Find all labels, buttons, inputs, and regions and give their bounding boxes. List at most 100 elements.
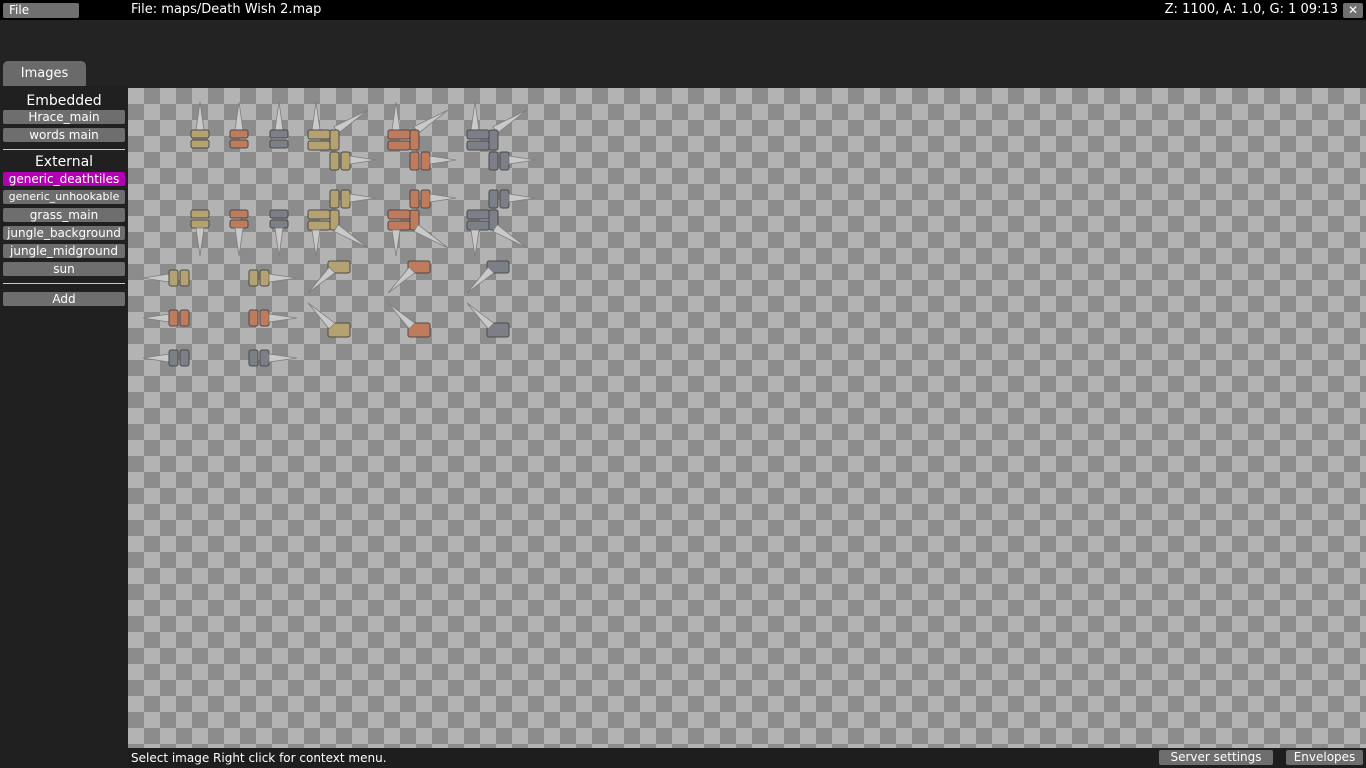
tile-block	[229, 209, 249, 219]
spike	[333, 109, 369, 134]
spike	[268, 313, 298, 323]
spike	[142, 273, 170, 283]
close-icon[interactable]: ✕	[1343, 3, 1363, 18]
spike	[349, 155, 377, 165]
tile-block	[307, 220, 331, 231]
spike	[508, 155, 536, 165]
tile-block	[499, 189, 510, 209]
file-path-label: File: maps/Death Wish 2.map	[131, 2, 322, 17]
tile-block	[420, 151, 431, 171]
tile-block	[259, 269, 270, 287]
tile-block	[269, 209, 289, 219]
tile-block	[387, 140, 411, 151]
spike	[391, 229, 401, 257]
tile-block	[269, 129, 289, 139]
spike	[142, 353, 170, 363]
server-settings-button[interactable]: Server settings	[1159, 750, 1273, 765]
spike	[142, 313, 170, 323]
spike	[234, 227, 244, 257]
tile-block	[329, 189, 340, 209]
image-item-grass-main[interactable]: grass_main	[3, 208, 125, 222]
top-bar: File File: maps/Death Wish 2.map Z: 1100…	[0, 0, 1366, 20]
spike	[429, 155, 457, 165]
image-item-sun[interactable]: sun	[3, 262, 125, 276]
tile-block	[269, 219, 289, 229]
spike	[311, 229, 321, 257]
image-item-jungle-midground[interactable]: jungle_midground	[3, 244, 125, 258]
spike	[307, 302, 336, 330]
spike	[307, 266, 336, 294]
tile-block	[190, 219, 210, 229]
sidebar-divider	[3, 149, 125, 150]
external-heading: External	[34, 154, 94, 170]
tile-block	[340, 189, 351, 209]
tile-block	[387, 209, 411, 220]
tab-images[interactable]: Images	[3, 61, 86, 86]
tile-block	[190, 209, 210, 219]
images-sidebar: Embedded Hrace_main words main External …	[0, 86, 128, 768]
tile-block	[488, 189, 499, 209]
spike	[492, 109, 528, 134]
tile-block	[488, 151, 499, 171]
embedded-heading: Embedded	[26, 93, 102, 109]
envelopes-button[interactable]: Envelopes	[1286, 750, 1363, 765]
spike	[195, 227, 205, 257]
spike	[195, 101, 205, 131]
tile-block	[190, 129, 210, 139]
image-preview-canvas[interactable]	[128, 88, 1366, 748]
tile-block	[409, 129, 420, 151]
tile-block	[387, 129, 411, 140]
image-item-generic-deathtiles[interactable]: generic_deathtiles	[3, 172, 125, 186]
sidebar-divider	[3, 283, 125, 284]
tile-block	[499, 151, 510, 171]
image-item-jungle-background[interactable]: jungle_background	[3, 226, 125, 240]
image-item-hrace-main[interactable]: Hrace_main	[3, 110, 125, 124]
tile-block	[420, 189, 431, 209]
spike	[466, 266, 495, 294]
tile-block	[229, 129, 249, 139]
tile-block	[466, 220, 490, 231]
tile-block	[329, 129, 340, 151]
spike	[391, 101, 401, 131]
tile-block	[179, 349, 190, 367]
deathtiles-preview	[142, 101, 536, 367]
tile-block	[488, 129, 499, 151]
spike	[387, 266, 416, 294]
spike	[274, 101, 284, 131]
spike	[274, 227, 284, 257]
image-item-words-main[interactable]: words main	[3, 128, 125, 142]
status-hint: Select image Right click for context men…	[131, 751, 387, 765]
tile-block	[307, 129, 331, 140]
tile-block	[387, 220, 411, 231]
tile-block	[466, 209, 490, 220]
tile-block	[307, 140, 331, 151]
tile-block	[409, 151, 420, 171]
tile-block	[248, 349, 259, 367]
tile-block	[329, 151, 340, 171]
tile-block	[340, 151, 351, 171]
spike	[234, 101, 244, 131]
tile-block	[248, 309, 259, 327]
tile-block	[168, 309, 179, 327]
spike	[311, 101, 321, 131]
add-image-button[interactable]: Add	[3, 292, 125, 306]
spike	[470, 229, 480, 257]
tile-block	[269, 139, 289, 149]
tile-block	[168, 269, 179, 287]
tile-block	[179, 269, 190, 287]
tile-block	[229, 139, 249, 149]
tile-block	[259, 349, 270, 367]
spike	[349, 193, 377, 203]
tile-block	[190, 139, 210, 149]
tile-block	[259, 309, 270, 327]
image-item-generic-unhookable[interactable]: generic_unhookable	[3, 190, 125, 204]
tile-block	[179, 309, 190, 327]
spike	[387, 302, 416, 330]
spike	[413, 109, 449, 134]
file-menu-button[interactable]: File	[3, 3, 79, 18]
spike	[268, 353, 298, 363]
tile-block	[466, 140, 490, 151]
status-bar: Select image Right click for context men…	[128, 748, 1366, 768]
zoom-status-readout: Z: 1100, A: 1.0, G: 1 09:13	[1164, 2, 1338, 17]
spike	[470, 101, 480, 131]
